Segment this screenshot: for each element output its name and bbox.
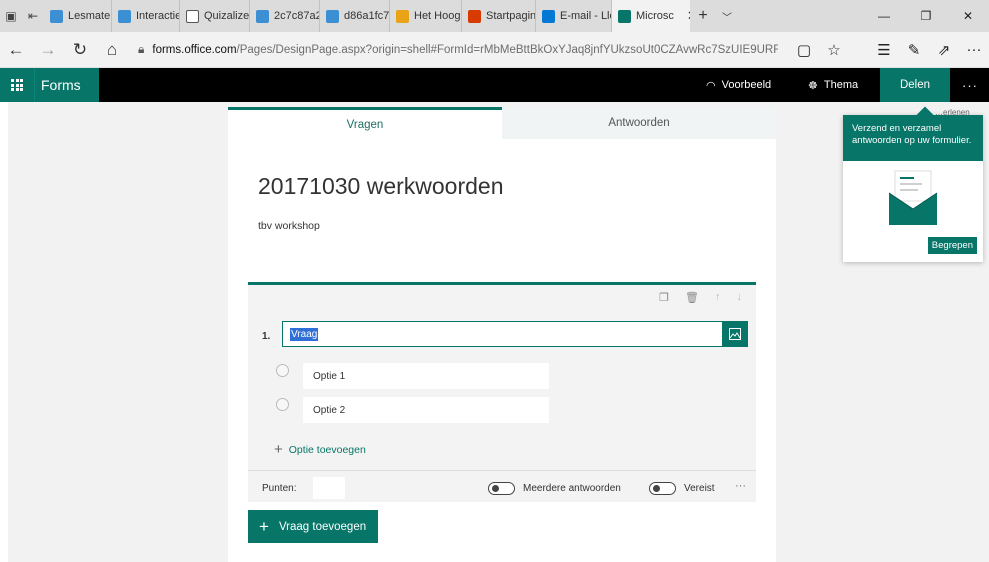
restore-icon[interactable]: ❐ — [905, 0, 947, 32]
radio-icon — [276, 363, 289, 377]
browser-more-icon[interactable]: ··· — [959, 32, 989, 68]
question-footer: Punten: Meerdere antwoorden Vereist ··· — [248, 470, 756, 505]
got-it-button[interactable]: Begrepen — [927, 237, 977, 254]
choice-option: Optie 1 — [276, 363, 549, 389]
browser-tab[interactable]: Lesmateria: — [44, 0, 112, 32]
share-teaching-callout: …erlenen Verzend en verzamel antwoorden … — [843, 106, 983, 262]
form-card: Vragen Antwoorden 20171030 werkwoorden t… — [228, 107, 776, 562]
question-number: 1. — [262, 331, 271, 342]
tab-favicon-icon — [326, 9, 339, 23]
callout-message: Verzend en verzamel antwoorden op uw for… — [843, 115, 983, 161]
share-icon[interactable]: ⇗ — [929, 32, 959, 68]
copy-icon[interactable]: ❐ — [659, 291, 669, 304]
question-toolbar: ❐ 🗑︎ ↑ ↓ — [659, 291, 742, 304]
set-aside-tabs-icon[interactable]: ⇤ — [22, 0, 44, 32]
browser-nav-bar: ← → ↻ ⌂ 🔒︎ forms.office.com/Pages/Design… — [0, 32, 989, 68]
browser-tab-bar: ▣ ⇤ Lesmateria: Interactief ( Quizalize … — [0, 0, 989, 32]
tab-preview-icon[interactable]: ▣ — [0, 0, 22, 32]
move-up-icon[interactable]: ↑ — [715, 291, 721, 304]
more-options-icon[interactable]: ··· — [962, 68, 978, 102]
tab-favicon-icon — [542, 9, 555, 23]
browser-tab[interactable]: d86a1fc73€ — [320, 0, 390, 32]
address-bar[interactable]: 🔒︎ forms.office.com/Pages/DesignPage.asp… — [138, 38, 778, 62]
pen-note-icon[interactable]: ✎ — [899, 32, 929, 68]
window-controls: — ❐ ✕ — [863, 0, 989, 32]
preview-button[interactable]: ◠ Voorbeeld — [706, 68, 771, 102]
tab-favicon-icon — [50, 9, 63, 23]
browser-tab[interactable]: E-mail - Lle — [536, 0, 612, 32]
question-title-text: Vraag — [290, 327, 319, 341]
tab-favicon-icon — [396, 9, 409, 23]
palette-icon: ☸ — [808, 79, 818, 92]
option-input[interactable]: Optie 2 — [303, 397, 549, 423]
multiple-answers-label: Meerdere antwoorden — [523, 483, 621, 494]
share-button[interactable]: Delen — [880, 68, 950, 102]
browser-toolbar: ▢ ☆ ☰ ✎ ⇗ ··· — [789, 32, 989, 68]
browser-tab[interactable]: Startpagina — [462, 0, 536, 32]
refresh-icon[interactable]: ↻ — [64, 32, 96, 68]
favorites-hub-icon[interactable]: ☰ — [869, 32, 899, 68]
add-question-button[interactable]: + Vraag toevoegen — [248, 510, 378, 543]
add-option-button[interactable]: + Optie toevoegen — [274, 441, 366, 458]
new-tab-icon[interactable]: + — [690, 7, 716, 25]
required-label: Vereist — [684, 483, 715, 494]
tab-favicon-icon — [618, 9, 631, 23]
image-icon — [729, 328, 741, 340]
radio-icon — [276, 397, 289, 411]
multiple-answers-toggle[interactable] — [488, 482, 515, 495]
eye-icon: ◠ — [706, 79, 716, 92]
plus-icon: + — [274, 441, 283, 458]
browser-tab[interactable]: 2c7c87a21' — [250, 0, 320, 32]
tab-questions[interactable]: Vragen — [228, 107, 502, 139]
theme-button[interactable]: ☸ Thema — [808, 68, 858, 102]
choice-option: Optie 2 — [276, 397, 549, 423]
tab-favicon-icon — [186, 9, 199, 23]
minimize-icon[interactable]: — — [863, 0, 905, 32]
browser-tab[interactable]: Interactief ( — [112, 0, 180, 32]
question-card[interactable]: ❐ 🗑︎ ↑ ↓ 1. Vraag Optie 1 Optie 2 + Opti… — [248, 282, 756, 502]
question-title-input[interactable]: Vraag — [282, 321, 748, 347]
question-more-icon[interactable]: ··· — [735, 480, 746, 492]
tab-responses[interactable]: Antwoorden — [502, 107, 776, 139]
home-icon[interactable]: ⌂ — [96, 32, 128, 68]
form-description[interactable]: tbv workshop — [258, 220, 320, 232]
move-down-icon[interactable]: ↓ — [737, 291, 743, 304]
insert-image-button[interactable] — [722, 321, 748, 347]
back-icon[interactable]: ← — [0, 32, 32, 68]
envelope-illustration-icon — [888, 170, 938, 225]
points-label: Punten: — [262, 483, 297, 494]
lock-icon: 🔒︎ — [138, 42, 145, 56]
forward-icon[interactable]: → — [32, 32, 64, 68]
delete-icon[interactable]: 🗑︎ — [685, 291, 699, 304]
plus-icon: + — [259, 516, 269, 536]
option-input[interactable]: Optie 1 — [303, 363, 549, 389]
app-name[interactable]: Forms — [34, 68, 99, 102]
forms-header: Forms ◠ Voorbeeld ☸ Thema Delen ··· — [0, 68, 989, 102]
favorite-star-icon[interactable]: ☆ — [819, 32, 849, 68]
tab-favicon-icon — [256, 9, 269, 23]
close-window-icon[interactable]: ✕ — [947, 0, 989, 32]
form-tabs: Vragen Antwoorden — [228, 107, 776, 139]
app-launcher-icon[interactable] — [0, 68, 34, 102]
browser-tab-active[interactable]: Microsc ✕ — [612, 0, 690, 32]
points-input[interactable] — [313, 477, 345, 499]
tab-favicon-icon — [118, 9, 131, 23]
reading-view-icon[interactable]: ▢ — [789, 32, 819, 68]
browser-tab[interactable]: Quizalize | I — [180, 0, 250, 32]
tab-favicon-icon — [468, 9, 481, 23]
required-toggle[interactable] — [649, 482, 676, 495]
chevron-down-icon[interactable]: ﹀ — [716, 9, 738, 24]
form-title[interactable]: 20171030 werkwoorden — [258, 173, 504, 200]
browser-tab[interactable]: Het Hoogh — [390, 0, 462, 32]
page-left-edge — [0, 102, 8, 562]
